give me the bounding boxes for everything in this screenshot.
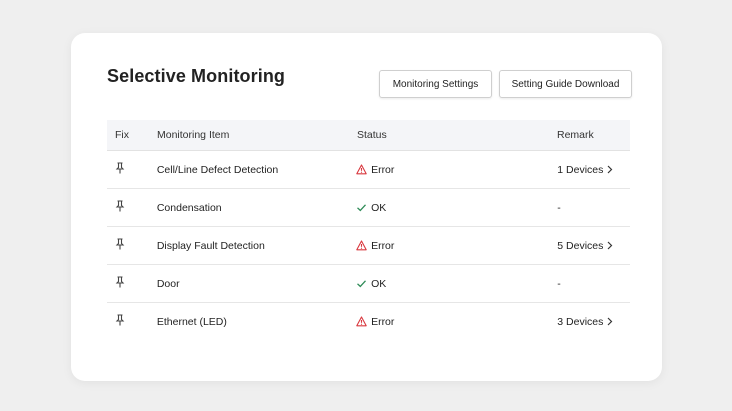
status-text: OK xyxy=(371,201,387,214)
header-status: Status xyxy=(357,129,387,141)
chevron-right-icon xyxy=(607,317,613,326)
remark-cell: - xyxy=(555,202,630,214)
setting-guide-download-button[interactable]: Setting Guide Download xyxy=(499,70,632,98)
status-text: Error xyxy=(371,315,395,328)
remark-cell: - xyxy=(555,278,630,290)
pin-icon[interactable] xyxy=(115,200,125,212)
remark-text: 1 Devices xyxy=(557,163,604,176)
devices-link[interactable]: 3 Devices xyxy=(557,316,613,328)
table-row: Condensation OK - xyxy=(107,189,630,227)
warning-icon xyxy=(356,316,367,327)
chevron-right-icon xyxy=(607,241,613,250)
status-cell: OK xyxy=(356,202,555,214)
status-cell: Error xyxy=(356,316,555,328)
remark-text: - xyxy=(557,277,561,290)
check-icon xyxy=(357,280,367,288)
monitoring-card: Selective Monitoring Monitoring Settings… xyxy=(71,33,662,381)
monitoring-table: Fix Monitoring Item Status Remark Cell/L… xyxy=(107,120,630,340)
pin-icon[interactable] xyxy=(115,238,125,250)
table-header: Fix Monitoring Item Status Remark xyxy=(107,120,630,151)
remark-cell: 3 Devices xyxy=(555,316,630,328)
table-row: Display Fault Detection Error 5 Devices xyxy=(107,227,630,265)
pin-icon[interactable] xyxy=(115,314,125,326)
remark-text: - xyxy=(557,201,561,214)
table-row: Door OK - xyxy=(107,265,630,303)
warning-icon xyxy=(356,240,367,251)
chevron-right-icon xyxy=(607,165,613,174)
page-title: Selective Monitoring xyxy=(107,66,286,86)
table-row: Ethernet (LED) Error 3 Devices xyxy=(107,303,630,340)
status-cell: OK xyxy=(356,278,555,290)
devices-link[interactable]: 1 Devices xyxy=(557,164,613,176)
pin-icon[interactable] xyxy=(115,162,125,174)
pin-icon[interactable] xyxy=(115,276,125,288)
remark-cell: 1 Devices xyxy=(555,164,630,176)
devices-link[interactable]: 5 Devices xyxy=(557,240,613,252)
remark-cell: 5 Devices xyxy=(555,240,630,252)
monitoring-item: Ethernet (LED) xyxy=(156,315,227,328)
status-text: Error xyxy=(371,239,395,252)
header-fix: Fix xyxy=(115,129,129,141)
monitoring-item: Cell/Line Defect Detection xyxy=(156,163,279,176)
status-text: OK xyxy=(371,277,387,290)
monitoring-item: Display Fault Detection xyxy=(156,239,265,252)
header-monitoring-item: Monitoring Item xyxy=(157,129,230,141)
monitoring-item: Door xyxy=(156,277,180,290)
status-cell: Error xyxy=(356,164,555,176)
monitoring-settings-button[interactable]: Monitoring Settings xyxy=(379,70,492,98)
remark-text: 3 Devices xyxy=(557,315,604,328)
status-text: Error xyxy=(371,163,395,176)
monitoring-item: Condensation xyxy=(156,201,222,214)
remark-text: 5 Devices xyxy=(557,239,604,252)
warning-icon xyxy=(356,164,367,175)
status-cell: Error xyxy=(356,240,555,252)
table-row: Cell/Line Defect Detection Error 1 Devic… xyxy=(107,151,630,189)
header-remark: Remark xyxy=(557,129,594,141)
check-icon xyxy=(357,204,367,212)
